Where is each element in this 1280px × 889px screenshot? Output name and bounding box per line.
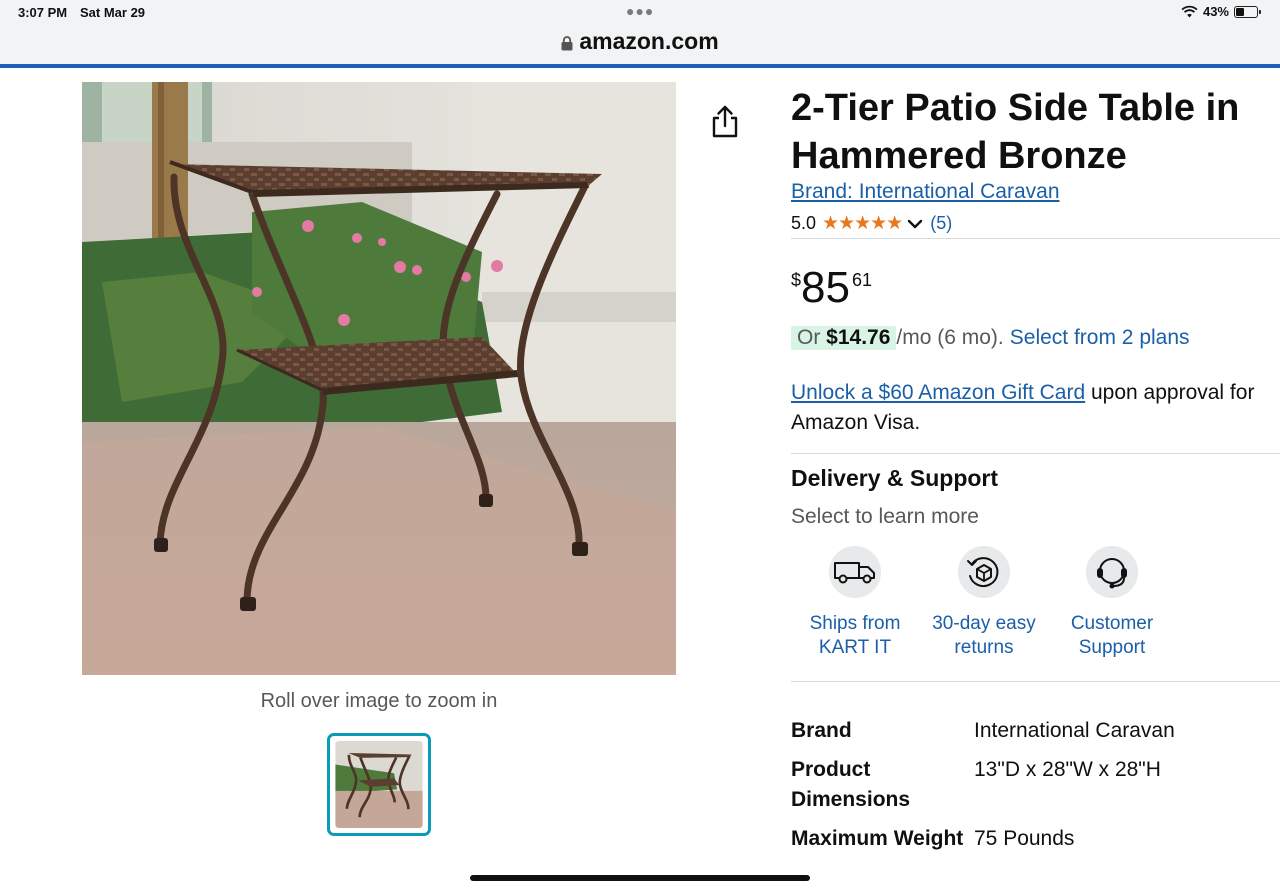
delivery-support-subtitle: Select to learn more [791,505,979,528]
spec-row-dimensions: Product Dimensions 13"D x 28"W x 28"H [791,755,1271,815]
monthly-prefix: Or [797,326,821,349]
page-load-progress-fill [0,64,1280,68]
status-bar: 3:07 PM Sat Mar 29 ●●● 43% [0,0,1280,26]
star-rating-icon: ★★★★★ [822,213,903,234]
feature-label: 30-day easy [932,613,1036,634]
gift-card-offer: Unlock a $60 Amazon Gift Card upon appro… [791,378,1280,438]
spec-value: International Caravan [974,719,1175,742]
divider [791,238,1280,239]
select-plans-link[interactable]: Select from 2 plans [1010,326,1190,350]
lock-icon [561,35,573,50]
spec-value: 13"D x 28"W x 28"H [974,758,1161,781]
spec-row-brand: Brand International Caravan [791,716,1271,746]
rating-value: 5.0 [791,213,817,233]
thumbnail-image[interactable] [327,733,431,836]
feature-label: KART IT [818,637,892,658]
chevron-down-icon[interactable] [906,215,924,233]
spec-key: Maximum Weight [791,827,964,850]
price-symbol: $ [791,270,802,290]
patio-table-photo [82,82,676,675]
headset-icon [1086,546,1138,598]
monthly-payment: Or $14.76 /mo (6 mo). Select from 2 plan… [791,326,1190,350]
feature-label: returns [954,637,1014,658]
divider [791,681,1280,682]
delivery-support-heading: Delivery & Support [791,465,999,491]
share-icon [712,105,738,138]
customer-support-feature[interactable]: Customer Support [1047,546,1177,660]
feature-label: Support [1078,637,1146,658]
status-date: Sat Mar 29 [80,5,146,20]
feature-label: Customer [1070,613,1154,634]
price-whole: 85 [801,263,850,312]
brand-link[interactable]: Brand: International Caravan [791,180,1060,204]
url-field[interactable]: amazon.com [0,26,1280,56]
battery-percent: 43% [1202,4,1229,19]
wifi-icon [1181,5,1198,18]
browser-url-bar[interactable]: amazon.com [0,26,1280,66]
spec-key: Product Dimensions [791,758,911,811]
returns-feature[interactable]: 30-day easy returns [919,546,1049,660]
review-count-link[interactable]: (5) [930,213,952,234]
more-dots-icon[interactable]: ●●● [626,3,654,19]
monthly-amount: $14.76 [826,326,891,349]
price-fraction: 61 [851,270,872,290]
feature-label: Ships from [809,613,901,634]
gift-card-link[interactable]: Unlock a $60 Amazon Gift Card [791,381,1085,404]
spec-key: Brand [791,719,852,742]
zoom-hint: Roll over image to zoom in [260,690,498,712]
status-right: 43% [1181,4,1261,19]
battery-level [1236,7,1245,16]
product-specs-table: Brand International Caravan Product Dime… [791,716,1271,863]
status-time: 3:07 PM [18,5,68,20]
share-button[interactable] [708,104,742,140]
battery-icon [1234,5,1261,18]
spec-value: 75 Pounds [974,827,1075,850]
spec-row-max-weight: Maximum Weight 75 Pounds [791,824,1271,854]
price: $ 85 61 [791,264,872,312]
page-load-progress [0,64,1280,68]
monthly-highlight: Or $14.76 [791,326,897,350]
product-title: 2-Tier Patio Side Table in Hammered Bron… [791,87,1240,177]
divider [791,453,1280,454]
thumbnail-photo [335,741,423,828]
returns-box-icon [958,546,1010,598]
monthly-suffix: /mo (6 mo). [896,326,1004,349]
home-indicator[interactable] [470,875,810,881]
ships-from-feature[interactable]: Ships from KART IT [790,546,920,660]
main-product-image[interactable] [82,82,676,675]
rating-row[interactable]: 5.0 ★★★★★ (5) [791,212,952,235]
delivery-van-icon [829,546,881,598]
url-text: amazon.com [579,27,719,54]
